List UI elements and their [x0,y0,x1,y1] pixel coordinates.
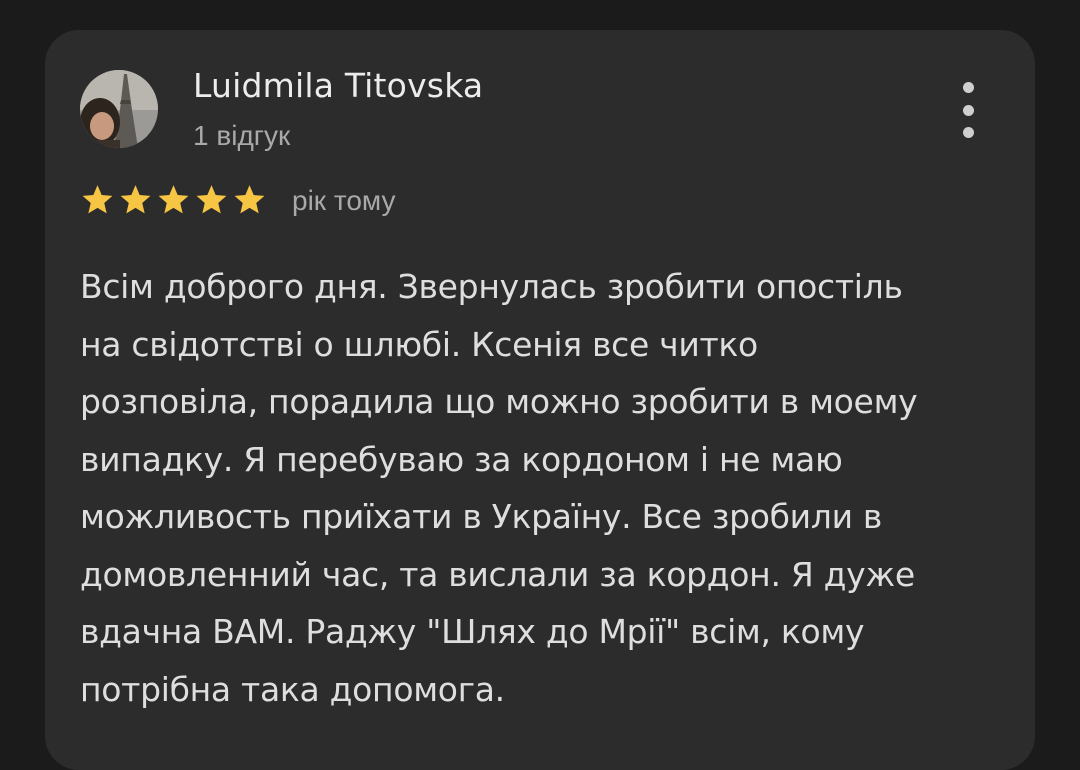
author-avatar[interactable] [80,70,158,148]
star-icon [196,185,227,214]
more-options-button[interactable] [953,82,983,138]
review-time: рік тому [292,185,396,216]
star-icon [120,185,151,214]
avatar-photo-icon [80,70,158,148]
review-text: Всім доброго дня. Звернулась зробити опо… [80,267,918,709]
review-card: Luidmila Titovska 1 відгук рік тому Всім… [45,30,1035,770]
star-icon [234,185,265,214]
author-name[interactable]: Luidmila Titovska [193,66,483,105]
star-icon [158,185,189,214]
author-review-count: 1 відгук [193,120,291,151]
more-vert-icon [962,82,974,93]
star-icon [82,185,113,214]
star-rating [80,184,267,217]
